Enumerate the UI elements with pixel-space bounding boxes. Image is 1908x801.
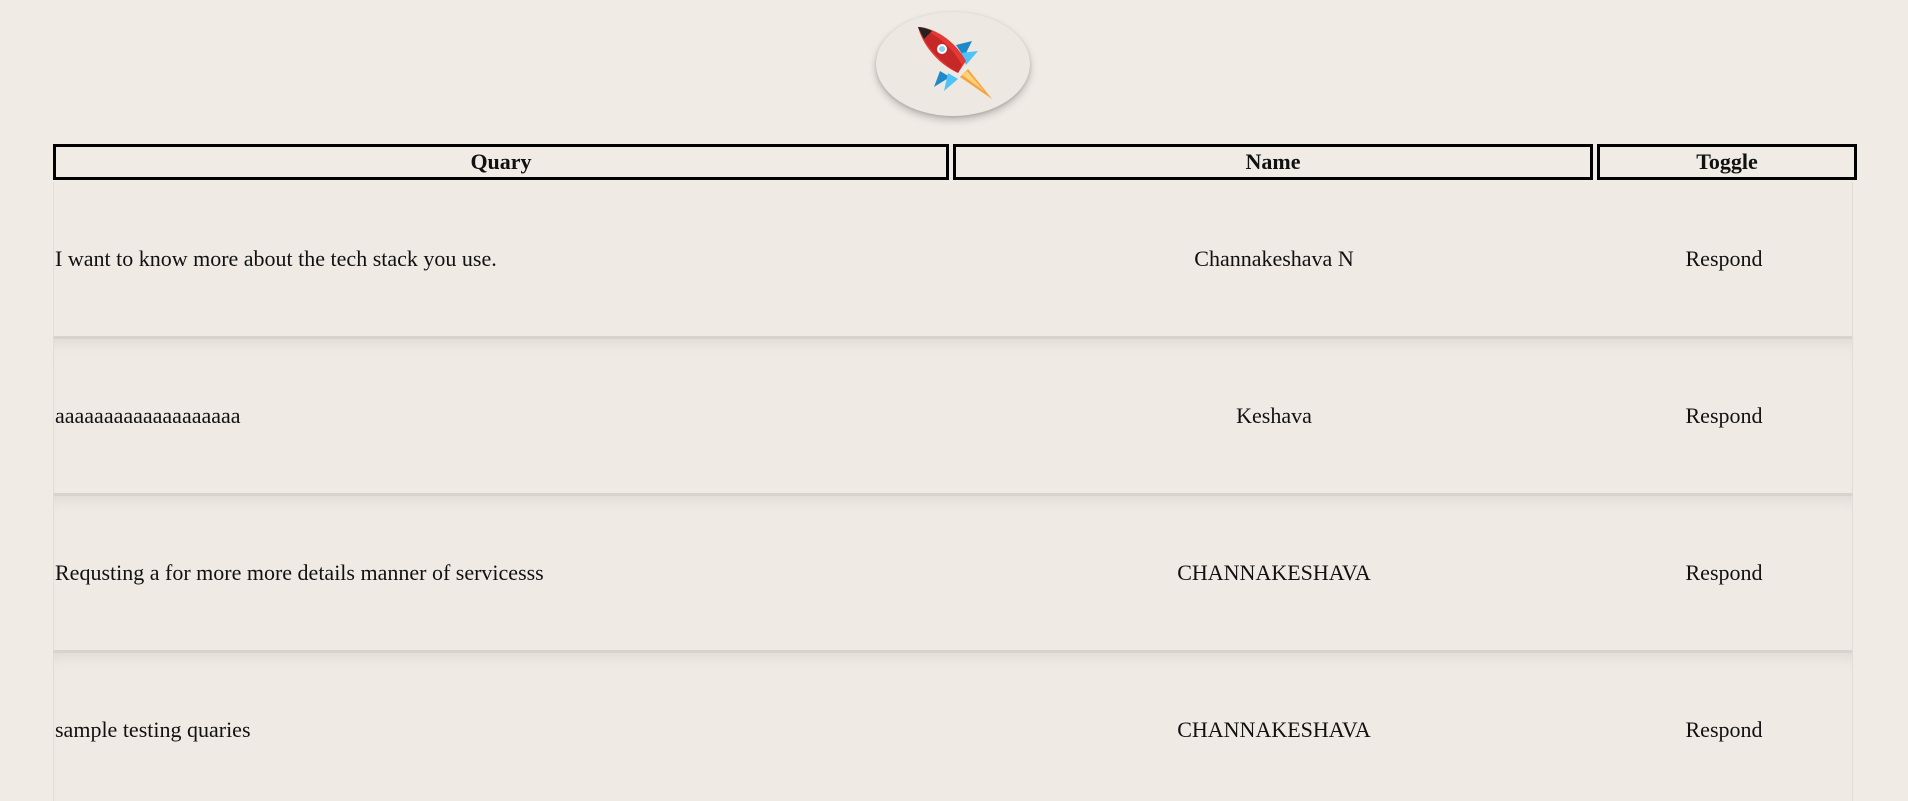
- name-cell: CHANNAKESHAVA: [1177, 560, 1371, 585]
- quary-cell: Requsting a for more more details manner…: [55, 560, 544, 585]
- quary-cell: sample testing quaries: [55, 717, 251, 742]
- respond-button[interactable]: Respond: [1594, 653, 1854, 801]
- page: Quary Name Toggle I want to know more ab…: [0, 0, 1908, 801]
- header-row: Quary Name Toggle: [53, 144, 1857, 180]
- table-row: aaaaaaaaaaaaaaaaaaa Keshava Respond: [53, 339, 1853, 496]
- column-header-name: Name: [953, 144, 1593, 180]
- table-row: I want to know more about the tech stack…: [53, 182, 1853, 339]
- table-row: Requsting a for more more details manner…: [53, 496, 1853, 653]
- name-cell: CHANNAKESHAVA: [1177, 717, 1371, 742]
- respond-button[interactable]: Respond: [1594, 339, 1854, 493]
- logo[interactable]: [876, 12, 1030, 116]
- respond-button[interactable]: Respond: [1594, 182, 1854, 336]
- quary-cell: I want to know more about the tech stack…: [55, 246, 497, 271]
- column-header-toggle: Toggle: [1597, 144, 1857, 180]
- rocket-icon: [918, 27, 992, 99]
- table-row: sample testing quaries CHANNAKESHAVA Res…: [53, 653, 1853, 801]
- respond-button[interactable]: Respond: [1594, 496, 1854, 650]
- name-cell: Keshava: [1236, 403, 1312, 428]
- name-cell: Channakeshava N: [1194, 246, 1354, 271]
- quary-cell: aaaaaaaaaaaaaaaaaaa: [55, 403, 241, 428]
- queries-table-header: Quary Name Toggle: [49, 144, 1861, 180]
- column-header-quary: Quary: [53, 144, 949, 180]
- queries-table-body: I want to know more about the tech stack…: [53, 182, 1853, 801]
